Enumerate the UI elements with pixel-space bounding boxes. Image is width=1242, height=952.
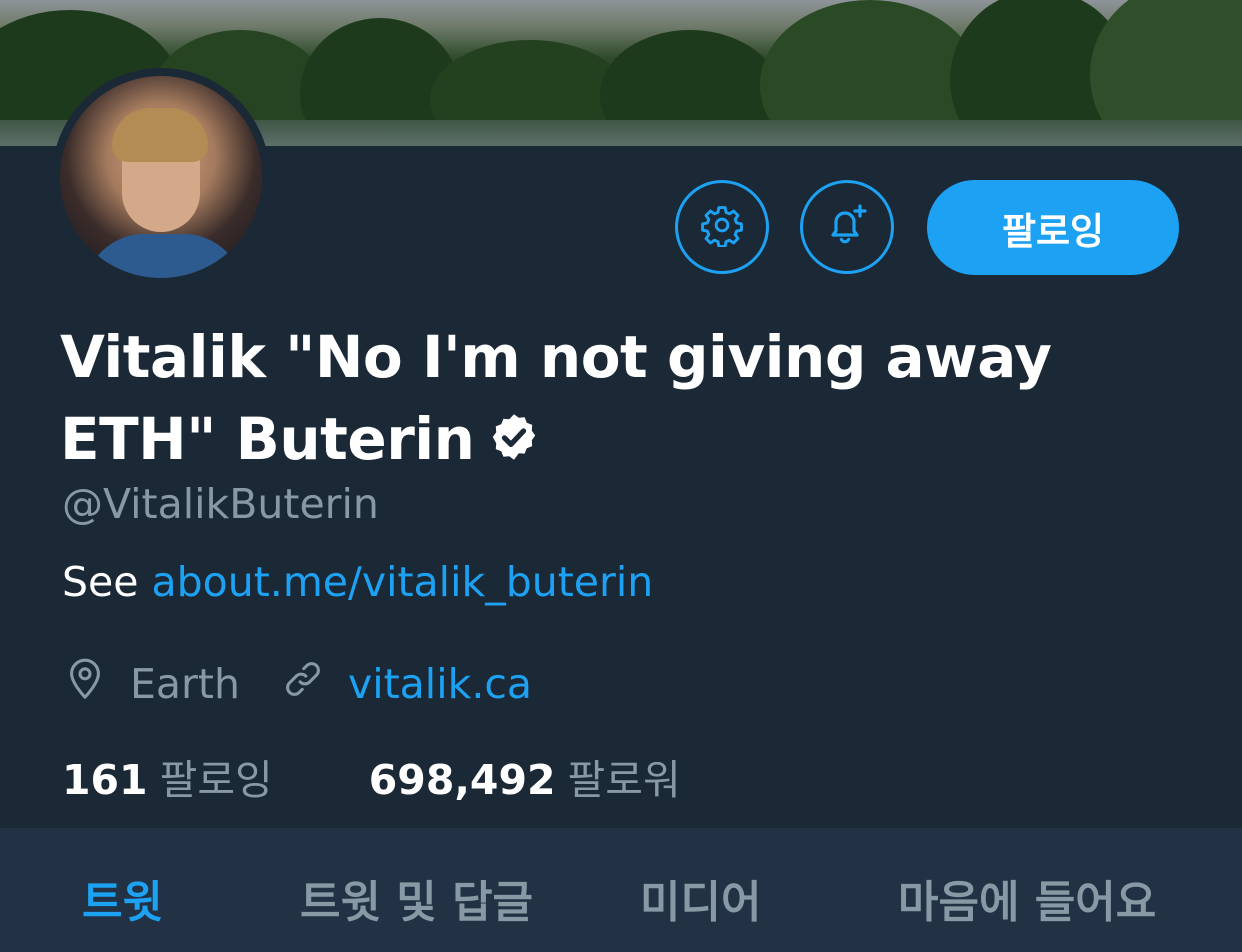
profile-meta: Earth vitalik.ca	[62, 656, 532, 712]
following-stat[interactable]: 161 팔로잉	[62, 746, 273, 806]
display-name-text: Vitalik "No I'm not giving away ETH" But…	[60, 323, 1052, 473]
verified-badge-icon	[488, 402, 540, 484]
link-icon	[280, 656, 326, 712]
display-name: Vitalik "No I'm not giving away ETH" But…	[60, 316, 1180, 484]
location-text: Earth	[130, 660, 240, 708]
followers-stat[interactable]: 698,492 팔로워	[369, 746, 681, 806]
tab-tweets-and-replies[interactable]: 트윗 및 답글	[300, 866, 533, 930]
following-label: 팔로잉	[159, 756, 273, 804]
gear-icon	[700, 203, 744, 251]
followers-count: 698,492	[368, 756, 556, 804]
follow-stats: 161 팔로잉 698,492 팔로워	[62, 746, 681, 806]
bell-plus-icon	[823, 201, 871, 253]
bio-text: See	[62, 558, 152, 606]
bio-link[interactable]: about.me/vitalik_buterin	[152, 558, 654, 606]
following-button[interactable]: 팔로잉	[927, 180, 1179, 275]
tab-likes[interactable]: 마음에 들어요	[898, 866, 1156, 930]
location-pin-icon	[62, 656, 108, 712]
profile-tabs: 트윗 트윗 및 답글 미디어 마음에 들어요	[0, 828, 1242, 952]
tab-media[interactable]: 미디어	[640, 866, 761, 930]
notifications-button[interactable]	[800, 180, 894, 274]
avatar[interactable]	[52, 68, 270, 286]
following-count: 161	[62, 756, 148, 804]
settings-button[interactable]	[675, 180, 769, 274]
website-link[interactable]: vitalik.ca	[348, 660, 532, 708]
bio: See about.me/vitalik_buterin	[62, 558, 653, 606]
followers-label: 팔로워	[567, 756, 681, 804]
username-handle: @VitalikButerin	[62, 480, 379, 528]
tab-tweets[interactable]: 트윗	[82, 866, 163, 930]
